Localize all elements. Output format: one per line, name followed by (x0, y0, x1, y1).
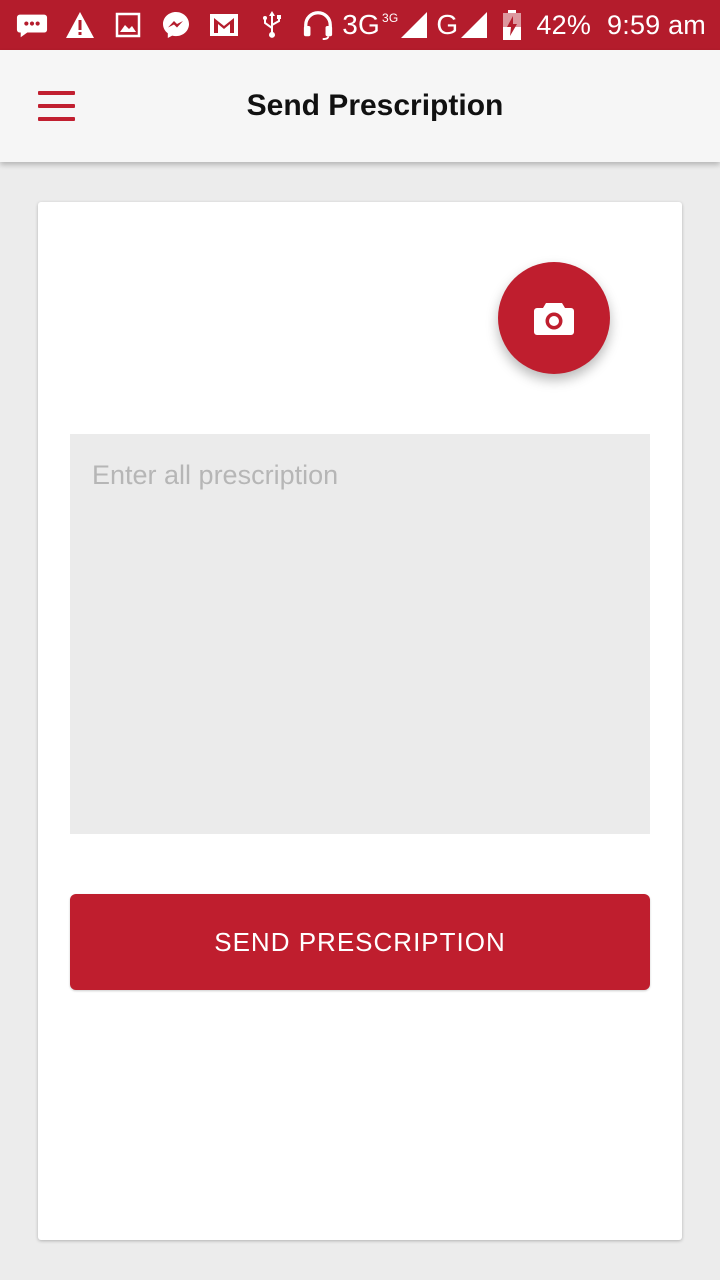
system-indicators: 3G 3G G 42% 9:59 am (302, 9, 706, 41)
camera-icon (534, 303, 574, 335)
app-bar: Send Prescription (0, 50, 720, 162)
status-bar: 3G 3G G 42% 9:59 am (0, 0, 720, 50)
send-prescription-button[interactable]: SEND PRESCRIPTION (70, 894, 650, 990)
warning-icon (64, 9, 96, 41)
gmail-icon (208, 9, 240, 41)
prescription-input[interactable] (70, 434, 650, 834)
battery-charging-icon (496, 9, 528, 41)
notification-icons (16, 9, 288, 41)
messenger-icon (160, 9, 192, 41)
signal-icon (461, 12, 488, 38)
network-label: 3G (342, 9, 380, 40)
signal-icon (401, 12, 428, 38)
network-g: G (436, 9, 488, 41)
prescription-card: SEND PRESCRIPTION (38, 202, 682, 1240)
clock: 9:59 am (607, 9, 706, 40)
network-sup-label: 3G (381, 11, 399, 25)
network-3g: 3G 3G (342, 9, 428, 41)
headset-icon (302, 9, 334, 41)
battery-percent: 42% (536, 9, 592, 40)
network-secondary-label: G (436, 9, 459, 40)
message-icon (16, 9, 48, 41)
page-title: Send Prescription (246, 89, 504, 122)
image-icon (112, 9, 144, 41)
camera-button[interactable] (498, 262, 610, 374)
usb-icon (256, 9, 288, 41)
